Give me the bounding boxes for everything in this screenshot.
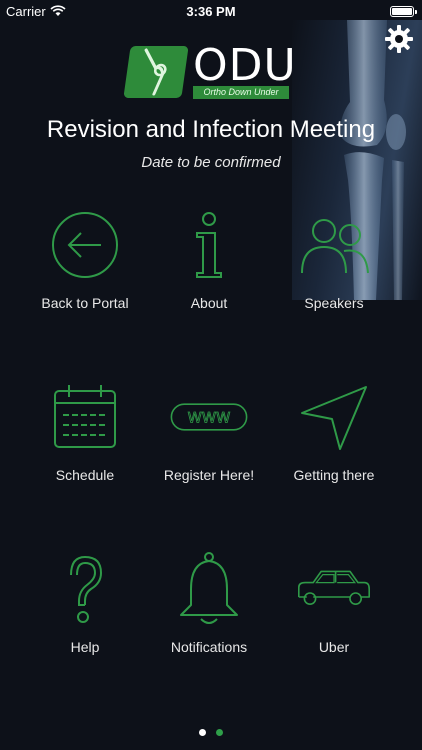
page-dot-active[interactable] <box>216 729 223 736</box>
uber-button[interactable]: Uber <box>274 549 394 689</box>
tile-label: Uber <box>318 639 350 655</box>
info-icon <box>196 212 222 278</box>
navigation-arrow-icon <box>301 386 367 450</box>
tile-label: Register Here! <box>163 467 255 483</box>
logo-tagline: Ortho Down Under <box>193 86 289 99</box>
getting-there-button[interactable]: Getting there <box>274 377 394 517</box>
arrow-left-circle-icon <box>52 212 118 278</box>
gear-icon[interactable] <box>384 24 414 54</box>
register-here-button[interactable]: WWW Register Here! <box>149 377 269 517</box>
question-icon <box>70 555 103 623</box>
meeting-title: Revision and Infection Meeting <box>46 116 376 143</box>
tile-label: Schedule <box>55 467 115 483</box>
odu-logo: ODU Ortho Down Under <box>123 40 296 102</box>
status-time: 3:36 PM <box>186 3 236 19</box>
logo-wordmark: ODU <box>193 40 297 91</box>
battery-icon <box>390 5 417 17</box>
meeting-date: Date to be confirmed <box>141 154 281 171</box>
www-icon: WWW <box>170 403 248 431</box>
calendar-icon <box>54 385 116 448</box>
help-button[interactable]: Help <box>25 549 145 689</box>
notifications-button[interactable]: Notifications <box>149 549 269 689</box>
bell-icon <box>180 552 238 624</box>
about-button[interactable]: About <box>149 205 269 345</box>
people-icon <box>301 219 369 274</box>
back-to-portal-button[interactable]: Back to Portal <box>25 205 145 345</box>
tile-label: Getting there <box>293 467 375 483</box>
tile-label: Back to Portal <box>41 295 129 311</box>
page-dot[interactable] <box>199 729 206 736</box>
page-indicator[interactable] <box>0 729 422 736</box>
speakers-button[interactable]: Speakers <box>274 205 394 345</box>
tile-label: Speakers <box>304 295 364 311</box>
schedule-button[interactable]: Schedule <box>25 377 145 517</box>
status-bar: Carrier 3:36 PM <box>0 0 422 22</box>
car-icon <box>298 570 370 605</box>
tile-label: About <box>190 295 228 311</box>
svg-text:WWW: WWW <box>188 411 231 427</box>
tile-label: Notifications <box>170 639 248 655</box>
tile-label: Help <box>70 639 100 655</box>
logo-knee-mark <box>123 46 189 98</box>
